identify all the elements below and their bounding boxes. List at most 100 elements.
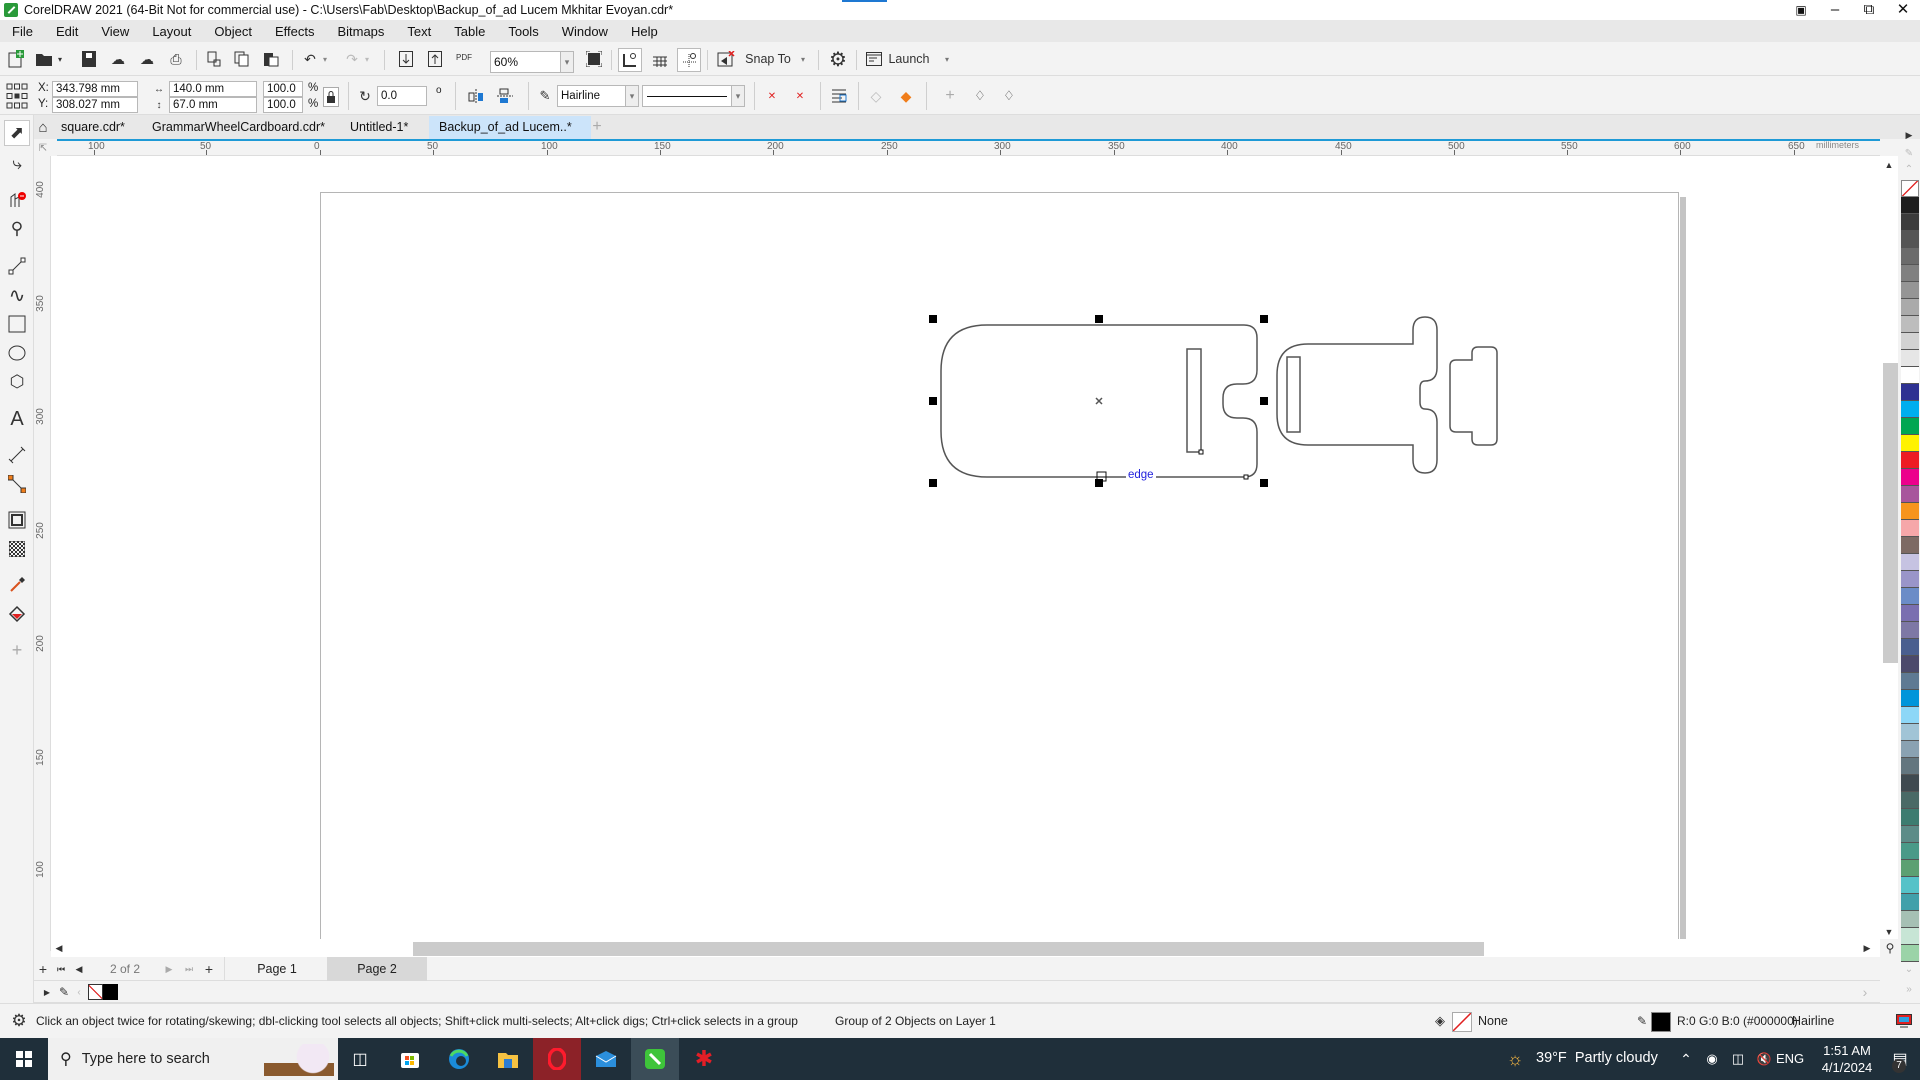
palette-swatch[interactable] (1901, 333, 1919, 350)
quick-customize-icon[interactable]: ♢ (970, 86, 990, 106)
palette-swatch[interactable] (1901, 758, 1919, 775)
pick-tool-icon[interactable]: ⬈ (4, 120, 30, 146)
palette-swatch[interactable] (1901, 418, 1919, 435)
print-icon[interactable]: ⎙ (166, 49, 186, 69)
selection-handle-top[interactable] (1095, 315, 1103, 323)
palette-swatch[interactable] (1901, 588, 1919, 605)
line-style-dropdown-icon[interactable]: ▾ (731, 85, 745, 107)
clock-date[interactable]: 4/1/2024 (1812, 1060, 1882, 1075)
undo-dropdown-icon[interactable]: ▾ (320, 49, 330, 69)
palette-swatch[interactable] (1901, 775, 1919, 792)
lock-ratio-icon[interactable] (323, 87, 339, 107)
interactive-fill-tool-icon[interactable] (4, 601, 30, 627)
taskbar-search-box[interactable]: ⚲ Type here to search (48, 1038, 338, 1080)
palette-swatch[interactable] (1901, 690, 1919, 707)
coreldraw-taskbar-icon[interactable] (631, 1038, 679, 1080)
object-origin-icon[interactable] (5, 82, 29, 110)
palette-swatch[interactable] (1901, 622, 1919, 639)
main-panel-slot[interactable] (1186, 348, 1202, 453)
palette-swatch[interactable] (1901, 843, 1919, 860)
show-hidden-icons[interactable]: ⌃ (1674, 1038, 1698, 1080)
palette-swatch[interactable] (1901, 248, 1919, 265)
connector-tool-icon[interactable] (4, 471, 30, 497)
publish-pdf-icon[interactable]: PDF (453, 47, 475, 67)
scale-y-field[interactable]: 100.0 (263, 97, 303, 113)
restore-button[interactable]: ⧉ (1852, 0, 1886, 20)
last-page-icon[interactable]: ⏭ (182, 960, 196, 978)
next-page-icon[interactable]: ▶ (162, 960, 176, 978)
weather-icon[interactable]: ☼ (1500, 1038, 1530, 1080)
stand-slot[interactable] (1286, 356, 1301, 433)
line-style-field[interactable] (642, 85, 732, 107)
center-marker-icon[interactable] (1095, 397, 1103, 405)
menu-edit[interactable]: Edit (56, 24, 78, 39)
color-proofing-icon[interactable] (1895, 1012, 1913, 1030)
full-screen-icon[interactable] (584, 49, 604, 69)
palette-swatch[interactable] (1901, 826, 1919, 843)
palette-swatch[interactable] (1901, 809, 1919, 826)
scroll-left-icon[interactable]: ◀ (53, 941, 65, 955)
vertical-scroll-thumb[interactable] (1883, 363, 1898, 663)
scroll-up-icon[interactable]: ▲ (1880, 158, 1898, 172)
palette-swatch[interactable] (1901, 367, 1919, 384)
fill-swatch[interactable] (1452, 1012, 1472, 1032)
new-tab-icon[interactable]: + (590, 118, 604, 136)
cut-icon[interactable] (204, 49, 224, 69)
eyedropper-tool-icon[interactable] (4, 572, 30, 598)
height-field[interactable]: 67.0 mm (169, 97, 257, 113)
palette-swatch[interactable] (1901, 197, 1919, 214)
open-icon[interactable] (34, 49, 54, 69)
vertical-ruler[interactable]: 400 350 300 250 200 150 100 (34, 156, 51, 951)
palette-swatch[interactable] (1901, 282, 1919, 299)
swatch-black[interactable] (103, 984, 118, 1000)
palette-swatch[interactable] (1901, 911, 1919, 928)
width-field[interactable]: 140.0 mm (169, 81, 257, 97)
doc-tab-backup[interactable]: Backup_of_ad Lucem..* (429, 116, 591, 139)
palette-swatch[interactable] (1901, 435, 1919, 452)
scroll-right-icon[interactable]: ▶ (1861, 941, 1873, 955)
menu-table[interactable]: Table (454, 24, 485, 39)
selection-handle-bottom[interactable] (1095, 479, 1103, 487)
palette-swatch[interactable] (1901, 945, 1919, 962)
previous-page-icon[interactable]: ◀ (72, 960, 86, 978)
rectangle-tool-icon[interactable] (4, 311, 30, 337)
zoom-dropdown-icon[interactable]: ▾ (560, 51, 574, 73)
red-app-icon[interactable]: ✱ (680, 1038, 728, 1080)
doc-tab-grammar-wheel[interactable]: GrammarWheelCardboard.cdr* (142, 116, 335, 139)
page-tab-1[interactable]: Page 1 (227, 957, 327, 981)
drawing-canvas[interactable]: edge (51, 156, 1880, 939)
y-position-field[interactable]: 308.027 mm (52, 97, 138, 113)
snap-to-dropdown-icon[interactable]: ▾ (797, 49, 809, 69)
palette-swatch[interactable] (1901, 877, 1919, 894)
palette-swatch[interactable] (1901, 350, 1919, 367)
snap-off-icon[interactable] (716, 49, 736, 69)
palette-expand-icon[interactable]: ▶ (42, 984, 52, 1000)
text-tool-icon[interactable]: A (4, 406, 30, 432)
vertical-scrollbar[interactable]: ▲ ▼ (1880, 156, 1898, 939)
first-page-icon[interactable]: ⏮ (54, 960, 68, 978)
palette-up-icon[interactable]: ⌃ (1902, 162, 1916, 176)
palette-swatch[interactable] (1901, 707, 1919, 724)
horizontal-ruler[interactable]: 100 50 0 50 100 150 200 250 300 350 400 450 500 550 60… (57, 139, 1880, 156)
menu-view[interactable]: View (101, 24, 129, 39)
break-apart-icon[interactable]: ✕ (762, 86, 782, 106)
freehand-tool-icon[interactable] (4, 253, 30, 279)
menu-tools[interactable]: Tools (508, 24, 538, 39)
palette-swatch[interactable] (1901, 520, 1919, 537)
rotation-field[interactable]: 0.0 (377, 86, 427, 106)
palette-swatch[interactable] (1901, 486, 1919, 503)
palette-swatch[interactable] (1901, 231, 1919, 248)
palette-more-icon[interactable]: » (1902, 982, 1916, 996)
palette-swatch[interactable] (1901, 214, 1919, 231)
clock-time[interactable]: 1:51 AM (1817, 1043, 1877, 1058)
palette-swatch[interactable] (1901, 503, 1919, 520)
mirror-horizontal-icon[interactable] (466, 86, 486, 106)
swatch-none[interactable] (88, 984, 103, 1000)
show-rulers-icon[interactable] (618, 48, 642, 72)
new-document-icon[interactable] (6, 49, 26, 69)
redo-dropdown-icon[interactable]: ▾ (362, 49, 372, 69)
show-grid-icon[interactable] (648, 48, 672, 72)
outline-pen-status-icon[interactable]: ✎ (1636, 1013, 1648, 1029)
zoom-tool-icon[interactable]: ⚲ (4, 216, 30, 242)
outline-width-field[interactable]: Hairline (557, 85, 627, 107)
